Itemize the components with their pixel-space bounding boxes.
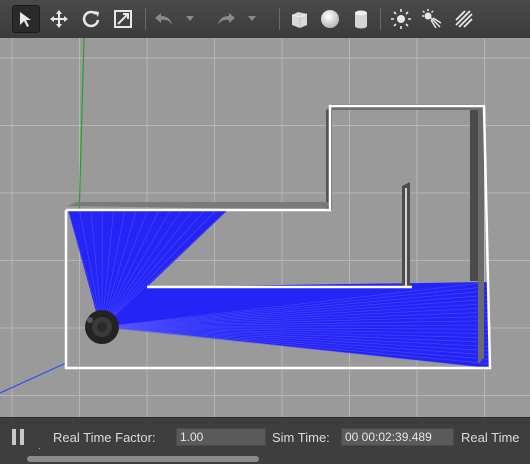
undo-icon [153,9,175,29]
chevron-down-icon [186,16,194,22]
toolbar-separator [380,8,381,30]
point-light-icon [390,8,412,30]
spot-light-icon [421,8,443,30]
real-time-label: Real Time [461,430,520,445]
undo-button[interactable] [150,5,178,33]
undo-history-dropdown[interactable] [182,5,198,33]
redo-icon [215,9,237,29]
scene-viewport[interactable] [0,38,530,417]
toolbar [0,0,530,39]
laser-scan-area [68,210,490,368]
scale-tool-button[interactable] [109,5,137,33]
cylinder-shape-icon [350,8,372,30]
scene-canvas[interactable] [0,38,530,417]
cylinder-shape-button[interactable] [347,5,375,33]
rotate-tool-button[interactable] [77,5,105,33]
sim-time-field: 00 00:02:39.489 [341,428,454,446]
directional-light-button[interactable] [450,5,478,33]
pause-icon [12,429,16,445]
horizontal-scrollbar[interactable] [0,455,530,463]
scrollbar-thumb[interactable] [27,456,259,462]
x-axis-line [0,363,66,393]
redo-history-dropdown[interactable] [244,5,260,33]
sphere-shape-button[interactable] [316,5,344,33]
translate-tool-button[interactable] [45,5,73,33]
pause-button[interactable] [10,429,28,447]
status-bar: . Real Time Factor: 1.00 Sim Time: 00 00… [0,417,530,464]
redo-button[interactable] [212,5,240,33]
real-time-factor-field: 1.00 [176,428,266,446]
box-shape-button[interactable] [285,5,313,33]
chevron-down-icon [248,16,256,22]
toolbar-separator [279,8,280,30]
point-light-button[interactable] [387,5,415,33]
laser-scan [68,210,490,368]
select-tool-button[interactable] [12,5,40,33]
arrow-cursor-icon [17,10,35,28]
toolbar-separator [145,8,146,30]
spot-light-button[interactable] [418,5,446,33]
real-time-factor-label: Real Time Factor: [53,430,156,445]
step-indicator: . [38,442,41,452]
directional-light-icon [453,8,475,30]
move-arrows-icon [49,9,69,29]
rotate-icon [81,9,101,29]
sphere-shape-icon [319,8,341,30]
sim-time-label: Sim Time: [272,430,330,445]
robot-model [85,310,119,344]
box-shape-icon [288,8,310,30]
scale-icon [113,9,133,29]
